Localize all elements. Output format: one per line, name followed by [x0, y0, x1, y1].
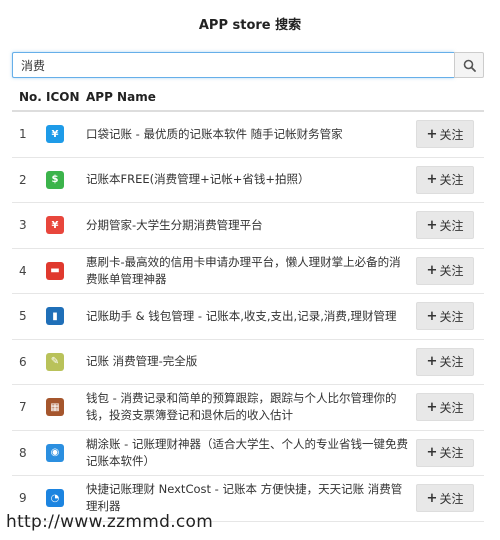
app-icon[interactable]: ¥	[46, 125, 64, 144]
action-cell: + 关注	[416, 438, 484, 467]
follow-button[interactable]: + 关注	[416, 393, 474, 422]
app-icon[interactable]: ▦	[46, 398, 64, 417]
header-icon: ICON	[46, 90, 80, 104]
follow-label: 关注	[439, 173, 464, 188]
row-number: 6	[19, 354, 27, 369]
search-icon	[463, 59, 476, 72]
plus-icon: +	[426, 354, 438, 370]
follow-label: 关注	[439, 446, 464, 461]
app-name-link[interactable]: 记账 消费管理-完全版	[86, 353, 416, 370]
table-header: No. ICON APP Name	[12, 84, 484, 112]
plus-icon: +	[426, 263, 438, 279]
table-row: 4 ▬ 惠刷卡-最高效的信用卡申请办理平台，懒人理财掌上必备的消费账单管理神器 …	[12, 249, 484, 294]
app-icon[interactable]: ◔	[46, 489, 64, 508]
plus-icon: +	[426, 126, 438, 142]
app-icon-cell: ¥	[46, 216, 86, 235]
action-cell: + 关注	[416, 393, 484, 422]
action-cell: + 关注	[416, 256, 484, 285]
plus-icon: +	[426, 445, 438, 461]
search-bar	[12, 52, 484, 78]
follow-button[interactable]: + 关注	[416, 211, 474, 240]
follow-button[interactable]: + 关注	[416, 165, 474, 194]
action-cell: + 关注	[416, 347, 484, 376]
follow-label: 关注	[439, 264, 464, 279]
app-icon[interactable]: ▮	[46, 307, 64, 326]
results-table: No. ICON APP Name 1 ¥ 口袋记账 - 最优质的记账本软件 随…	[12, 84, 484, 522]
app-name-link[interactable]: 快捷记账理财 NextCost - 记账本 方便快捷，天天记账 消费管理利器	[86, 481, 416, 515]
follow-button[interactable]: + 关注	[416, 347, 474, 376]
header-no: No.	[19, 90, 42, 104]
app-name-link[interactable]: 口袋记账 - 最优质的记账本软件 随手记帐财务管家	[86, 126, 416, 143]
table-row: 8 ◉ 糊涂账 - 记账理财神器（适合大学生、个人的专业省钱一键免费记账本软件）…	[12, 431, 484, 476]
app-name-link[interactable]: 钱包 - 消费记录和简单的预算跟踪，跟踪与个人比尔管理你的钱，投资支票簿登记和退…	[86, 390, 416, 424]
table-row: 7 ▦ 钱包 - 消费记录和简单的预算跟踪，跟踪与个人比尔管理你的钱，投资支票簿…	[12, 385, 484, 431]
follow-label: 关注	[439, 309, 464, 324]
app-icon-cell: $	[46, 170, 86, 189]
app-icon-cell: ▬	[46, 261, 86, 280]
action-cell: + 关注	[416, 484, 484, 513]
table-row: 5 ▮ 记账助手 & 钱包管理 - 记账本,收支,支出,记录,消费,理财管理 +…	[12, 294, 484, 340]
row-number: 7	[19, 400, 27, 415]
table-body: 1 ¥ 口袋记账 - 最优质的记账本软件 随手记帐财务管家 + 关注 2 $ 记…	[12, 112, 484, 522]
row-number: 9	[19, 491, 27, 506]
app-icon-cell: ◉	[46, 443, 86, 462]
table-row: 2 $ 记账本FREE(消费管理+记帐+省钱+拍照） + 关注	[12, 158, 484, 203]
follow-button[interactable]: + 关注	[416, 438, 474, 467]
table-row: 6 ✎ 记账 消费管理-完全版 + 关注	[12, 340, 484, 385]
table-row: 1 ¥ 口袋记账 - 最优质的记账本软件 随手记帐财务管家 + 关注	[12, 112, 484, 158]
app-name-link[interactable]: 惠刷卡-最高效的信用卡申请办理平台，懒人理财掌上必备的消费账单管理神器	[86, 254, 416, 288]
app-icon[interactable]: ▬	[46, 261, 64, 280]
row-number: 1	[19, 127, 27, 142]
follow-label: 关注	[439, 218, 464, 233]
row-number: 8	[19, 445, 27, 460]
app-name-link[interactable]: 记账本FREE(消费管理+记帐+省钱+拍照）	[86, 171, 416, 188]
row-number: 5	[19, 309, 27, 324]
follow-button[interactable]: + 关注	[416, 302, 474, 331]
row-number: 2	[19, 172, 27, 187]
app-icon-cell: ✎	[46, 352, 86, 371]
search-button[interactable]	[454, 52, 484, 78]
follow-label: 关注	[439, 491, 464, 506]
app-icon-cell: ▦	[46, 398, 86, 417]
search-input[interactable]	[12, 52, 454, 78]
app-icon[interactable]: $	[46, 170, 64, 189]
row-number: 4	[19, 263, 27, 278]
app-name-link[interactable]: 分期管家-大学生分期消费管理平台	[86, 217, 416, 234]
follow-button[interactable]: + 关注	[416, 120, 474, 149]
app-icon[interactable]: ¥	[46, 216, 64, 235]
plus-icon: +	[426, 399, 438, 415]
app-icon-cell: ▮	[46, 307, 86, 326]
action-cell: + 关注	[416, 211, 484, 240]
plus-icon: +	[426, 172, 438, 188]
follow-label: 关注	[439, 127, 464, 142]
plus-icon: +	[426, 217, 438, 233]
follow-button[interactable]: + 关注	[416, 484, 474, 513]
follow-label: 关注	[439, 355, 464, 370]
plus-icon: +	[426, 308, 438, 324]
app-icon[interactable]: ◉	[46, 443, 64, 462]
page-title: APP store 搜索	[198, 18, 302, 33]
app-icon-cell: ◔	[46, 489, 86, 508]
app-name-link[interactable]: 糊涂账 - 记账理财神器（适合大学生、个人的专业省钱一键免费记账本软件）	[86, 436, 416, 470]
follow-button[interactable]: + 关注	[416, 256, 474, 285]
follow-label: 关注	[439, 400, 464, 415]
action-cell: + 关注	[416, 120, 484, 149]
app-name-link[interactable]: 记账助手 & 钱包管理 - 记账本,收支,支出,记录,消费,理财管理	[86, 308, 416, 325]
header-app-name: APP Name	[86, 90, 156, 104]
plus-icon: +	[426, 490, 438, 506]
table-row: 3 ¥ 分期管家-大学生分期消费管理平台 + 关注	[12, 203, 484, 249]
row-number: 3	[19, 218, 27, 233]
action-cell: + 关注	[416, 302, 484, 331]
watermark: http://www.zzmmd.com	[6, 512, 214, 532]
action-cell: + 关注	[416, 165, 484, 194]
app-icon-cell: ¥	[46, 125, 86, 144]
app-icon[interactable]: ✎	[46, 352, 64, 371]
